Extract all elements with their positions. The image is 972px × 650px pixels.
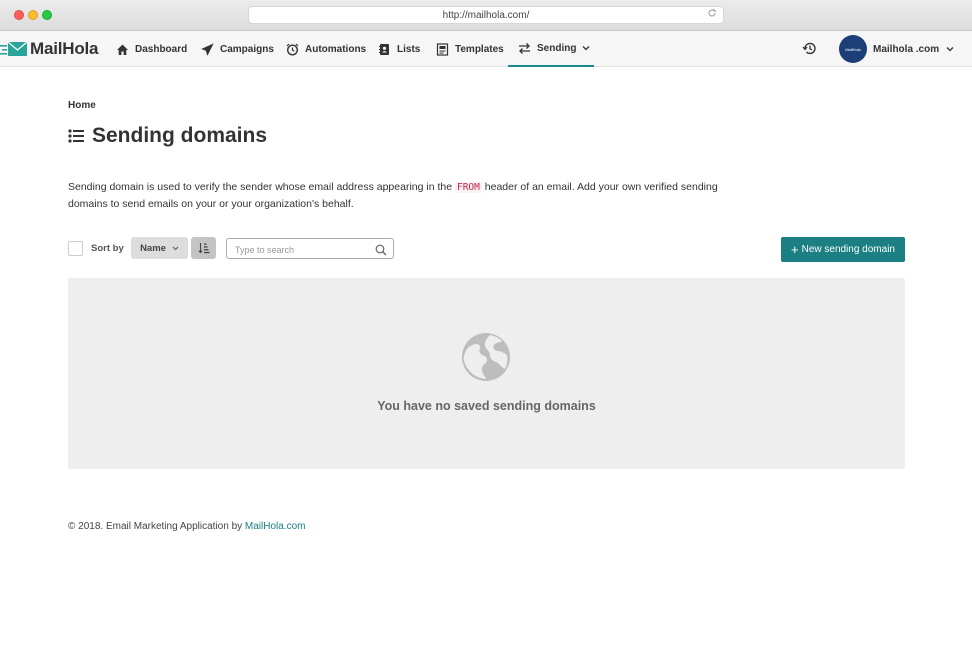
page-header: Sending domains xyxy=(68,124,267,148)
nav-item-campaigns-label: Campaigns xyxy=(220,43,274,55)
avatar-text: MailHola xyxy=(845,46,861,52)
chevron-down-icon xyxy=(582,45,590,51)
nav-item-sending-label: Sending xyxy=(537,42,577,54)
nav-item-dashboard[interactable]: Dashboard xyxy=(116,31,187,67)
chevron-down-icon xyxy=(172,246,179,251)
nav-item-lists-label: Lists xyxy=(397,43,421,55)
sort-select-value: Name xyxy=(140,242,166,254)
reload-icon[interactable] xyxy=(705,8,719,22)
plus-icon: + xyxy=(791,241,799,257)
envelope-logo-icon xyxy=(0,41,28,56)
from-code: FROM xyxy=(454,182,482,193)
brand-name: MailHola xyxy=(30,39,99,58)
close-dot-icon[interactable] xyxy=(14,10,24,20)
nav-item-automations[interactable]: Automations xyxy=(286,31,366,67)
nav-item-templates[interactable]: Templates xyxy=(436,31,504,67)
page-description: Sending domain is used to verify the sen… xyxy=(68,179,738,212)
footer: © 2018. Email Marketing Application by M… xyxy=(68,521,305,532)
minimize-dot-icon[interactable] xyxy=(28,10,38,20)
new-sending-domain-label: New sending domain xyxy=(801,244,895,255)
list-icon xyxy=(68,128,84,144)
user-name: Mailhola .com xyxy=(873,43,940,55)
top-nav: MailHola Dashboard Campaigns Automations… xyxy=(0,31,972,67)
address-book-icon xyxy=(378,43,391,56)
desc-part-1: Sending domain is used to verify the sen… xyxy=(68,181,455,193)
avatar[interactable]: MailHola xyxy=(839,35,867,63)
search-input[interactable] xyxy=(235,243,375,256)
breadcrumb-home[interactable]: Home xyxy=(68,100,96,111)
breadcrumb[interactable]: Home xyxy=(68,100,96,111)
footer-link[interactable]: MailHola.com xyxy=(245,521,306,532)
nav-item-templates-label: Templates xyxy=(455,43,504,55)
new-sending-domain-button[interactable]: + New sending domain xyxy=(781,237,905,262)
nav-item-sending[interactable]: Sending xyxy=(508,31,594,67)
sort-by-label: Sort by xyxy=(91,243,124,254)
address-bar[interactable]: http://mailhola.com/ xyxy=(248,6,724,24)
nav-item-campaigns[interactable]: Campaigns xyxy=(201,31,274,67)
user-menu[interactable]: Mailhola .com xyxy=(873,31,954,67)
footer-text: © 2018. Email Marketing Application by xyxy=(68,521,245,532)
sort-direction-button[interactable] xyxy=(191,237,216,259)
exchange-icon xyxy=(518,42,531,55)
empty-state-message: You have no saved sending domains xyxy=(377,399,596,413)
search-icon[interactable] xyxy=(375,243,387,256)
search-box[interactable] xyxy=(226,238,394,259)
address-bar-url: http://mailhola.com/ xyxy=(442,10,530,21)
maximize-dot-icon[interactable] xyxy=(42,10,52,20)
globe-icon xyxy=(460,331,512,383)
empty-state-panel: You have no saved sending domains xyxy=(68,278,905,469)
chevron-down-icon xyxy=(946,46,954,52)
nav-item-automations-label: Automations xyxy=(305,43,367,55)
nav-item-dashboard-label: Dashboard xyxy=(135,43,188,55)
sort-amount-icon xyxy=(197,242,210,254)
paper-plane-icon xyxy=(201,42,214,56)
browser-chrome: http://mailhola.com/ xyxy=(0,0,972,31)
home-icon xyxy=(116,43,129,56)
select-all-checkbox[interactable] xyxy=(68,241,83,256)
page-title: Sending domains xyxy=(92,124,268,147)
alarm-clock-icon xyxy=(286,43,299,56)
template-icon xyxy=(436,42,449,56)
nav-item-lists[interactable]: Lists xyxy=(378,31,420,67)
sort-select[interactable]: Name xyxy=(131,237,188,259)
history-icon[interactable] xyxy=(802,41,818,57)
brand-logo[interactable]: MailHola xyxy=(0,37,99,61)
